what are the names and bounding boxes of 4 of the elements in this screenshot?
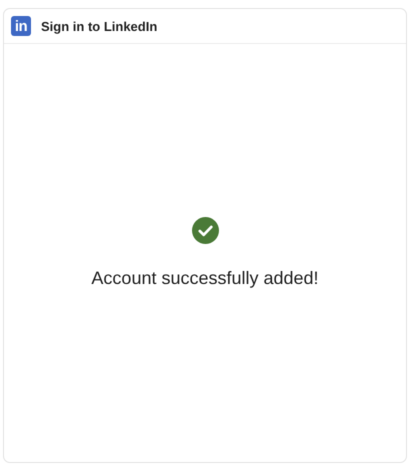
- success-message: Account successfully added!: [91, 268, 319, 289]
- window-title: Sign in to LinkedIn: [41, 18, 158, 34]
- logo-icon: in: [11, 16, 31, 36]
- check-circle-icon: [192, 217, 218, 244]
